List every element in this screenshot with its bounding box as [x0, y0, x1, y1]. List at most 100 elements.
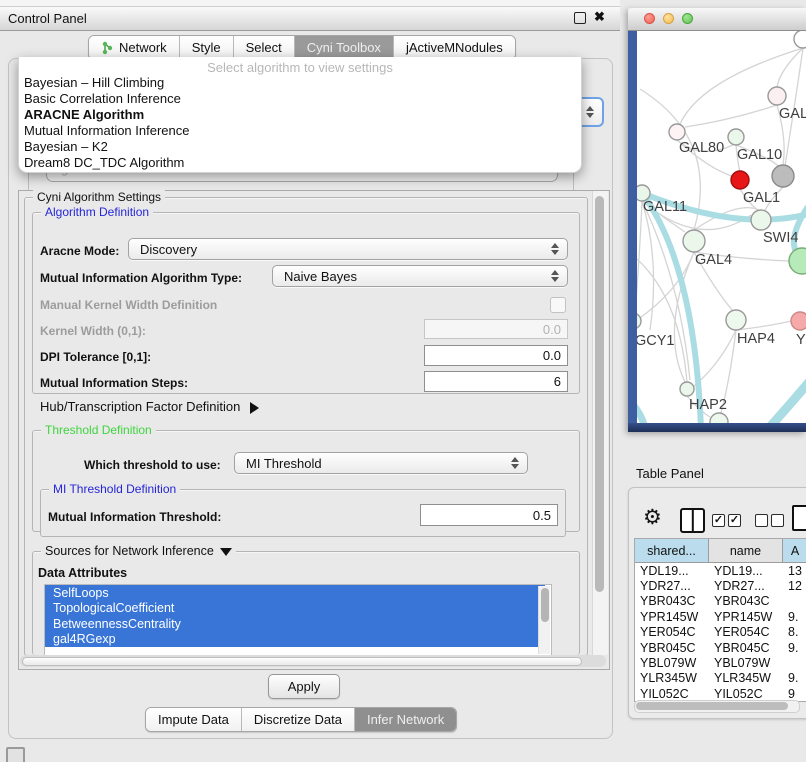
algorithm-option[interactable]: Mutual Information Inference [19, 122, 581, 138]
aracne-mode-combo[interactable]: Discovery [128, 238, 568, 260]
table-row[interactable]: YER054CYER054C8. [635, 625, 806, 640]
algorithm-option[interactable]: Basic Correlation Inference [19, 90, 581, 106]
minimize-traffic-light[interactable] [663, 13, 674, 24]
network-edge[interactable] [637, 201, 642, 314]
network-edge[interactable] [777, 48, 803, 87]
checkbox-unchecked-icon[interactable] [755, 514, 768, 527]
network-graph[interactable]: GALGAL80GAL10GAL1GAL11SWI4GAL4GCY1HAP4YH… [637, 30, 806, 423]
panel-grip-icon[interactable] [6, 747, 25, 762]
manual-kernel-checkbox[interactable] [550, 297, 566, 313]
tab-discretize-data[interactable]: Discretize Data [241, 708, 354, 731]
checkbox-unchecked-icon[interactable] [771, 514, 784, 527]
document-icon[interactable] [792, 505, 806, 531]
top-strip [0, 0, 620, 7]
network-edge-highlighted[interactable] [637, 400, 645, 423]
tab-cyni-toolbox[interactable]: Cyni Toolbox [294, 36, 393, 59]
table-row[interactable]: YBR045CYBR045C9. [635, 640, 806, 655]
network-node[interactable] [680, 382, 694, 396]
tab-style[interactable]: Style [179, 36, 233, 59]
network-node[interactable] [751, 210, 771, 230]
mi-threshold-field[interactable]: 0.5 [420, 504, 558, 526]
table-row[interactable]: YLR345WYLR345W9. [635, 671, 806, 686]
network-node-label: GAL80 [679, 140, 724, 156]
network-node[interactable] [683, 230, 705, 252]
table-cell: YER054C [709, 625, 783, 639]
network-node[interactable] [791, 312, 806, 330]
algorithm-option[interactable]: Bayesian – Hill Climbing [19, 74, 581, 90]
attribute-item[interactable]: BetweennessCentrality [45, 616, 545, 632]
table-cell: YDL19... [635, 564, 709, 578]
bottom-tabbar: Impute Data Discretize Data Infer Networ… [145, 707, 457, 732]
network-edge-highlighted[interactable] [767, 382, 806, 423]
attribute-item[interactable]: gal4RGexp [45, 632, 545, 648]
network-window-titlebar[interactable] [628, 8, 806, 31]
split-panel-icon[interactable] [680, 508, 705, 533]
zoom-traffic-light[interactable] [682, 13, 693, 24]
node-table[interactable]: shared... name A YDL19...YDL19...13YDR27… [634, 538, 806, 702]
table-row[interactable]: YPR145WYPR145W9. [635, 609, 806, 624]
tab-select[interactable]: Select [233, 36, 294, 59]
table-cell: YBR045C [709, 641, 783, 655]
checkbox-checked-icon[interactable]: ✓ [728, 514, 741, 527]
sources-legend[interactable]: Sources for Network Inference [41, 544, 236, 558]
apply-button[interactable]: Apply [268, 674, 340, 699]
table-row[interactable]: YDR27...YDR27...12 [635, 578, 806, 593]
table-row[interactable]: YBR043CYBR043C [635, 594, 806, 609]
tab-label: Cyni Toolbox [307, 40, 381, 55]
collapsed-arrow-icon [250, 402, 259, 414]
dpi-tolerance-field[interactable]: 0.0 [424, 345, 568, 366]
network-node[interactable] [772, 165, 794, 187]
network-node[interactable] [710, 413, 728, 423]
algorithm-option[interactable]: Bayesian – K2 [19, 138, 581, 154]
network-canvas[interactable]: GALGAL80GAL10GAL1GAL11SWI4GAL4GCY1HAP4YH… [637, 30, 806, 423]
attribute-item[interactable]: SelfLoops [45, 585, 545, 601]
attribute-item[interactable]: TopologicalCoefficient [45, 601, 545, 617]
network-node[interactable] [637, 313, 641, 329]
table-cell: 9. [783, 610, 806, 624]
tab-network[interactable]: Network [89, 36, 179, 59]
network-node-label: Y [796, 332, 806, 348]
network-node[interactable] [794, 30, 806, 48]
network-node-label: GAL [779, 106, 806, 122]
settings-vertical-scrollbar-thumb[interactable] [595, 196, 604, 592]
network-node[interactable] [728, 129, 744, 145]
table-cell: YBR043C [709, 594, 783, 608]
mi-algorithm-type-combo[interactable]: Naive Bayes [272, 265, 568, 287]
settings-horizontal-scrollbar-thumb[interactable] [22, 657, 582, 666]
threshold-definition-legend: Threshold Definition [41, 423, 156, 437]
algorithm-option[interactable]: ARACNE Algorithm [19, 106, 581, 122]
network-edge[interactable] [685, 105, 777, 127]
which-threshold-value: MI Threshold [246, 456, 322, 471]
table-cell: YDR27... [635, 579, 709, 593]
tab-infer-network[interactable]: Infer Network [354, 708, 456, 731]
algorithm-option[interactable]: Dream8 DC_TDC Algorithm [19, 154, 581, 170]
data-attributes-list[interactable]: SelfLoopsTopologicalCoefficientBetweenne… [44, 584, 552, 656]
network-node[interactable] [789, 248, 806, 274]
network-icon [101, 41, 114, 55]
attributes-scrollbar[interactable] [538, 586, 550, 654]
network-node[interactable] [726, 310, 746, 330]
gear-icon[interactable]: ⚙ [643, 505, 662, 530]
close-traffic-light[interactable] [644, 13, 655, 24]
table-row[interactable]: YDL19...YDL19...13 [635, 563, 806, 578]
tab-impute-data[interactable]: Impute Data [146, 708, 241, 731]
mi-steps-field[interactable]: 6 [424, 371, 568, 392]
column-header-name[interactable]: name [709, 539, 783, 562]
checkbox-checked-icon[interactable]: ✓ [712, 514, 725, 527]
network-node[interactable] [731, 171, 749, 189]
float-window-icon[interactable] [574, 12, 586, 24]
kernel-width-value: 0.0 [543, 322, 561, 337]
kernel-width-field[interactable]: 0.0 [424, 319, 568, 339]
table-row[interactable]: YBL079WYBL079W [635, 655, 806, 670]
tab-jactivemnodules[interactable]: jActiveMNodules [393, 36, 515, 59]
which-threshold-combo[interactable]: MI Threshold [234, 452, 528, 474]
network-node[interactable] [669, 124, 685, 140]
mi-threshold-legend: MI Threshold Definition [49, 482, 180, 496]
network-node[interactable] [768, 87, 786, 105]
table-horizontal-scrollbar-thumb[interactable] [636, 702, 788, 710]
column-header-partial[interactable]: A [783, 539, 806, 562]
close-icon[interactable]: ✖ [594, 9, 605, 25]
column-header-shared-name[interactable]: shared... [635, 539, 709, 562]
hub-definition-toggle[interactable]: Hub/Transcription Factor Definition [40, 399, 259, 414]
attributes-scrollbar-thumb[interactable] [541, 588, 549, 622]
